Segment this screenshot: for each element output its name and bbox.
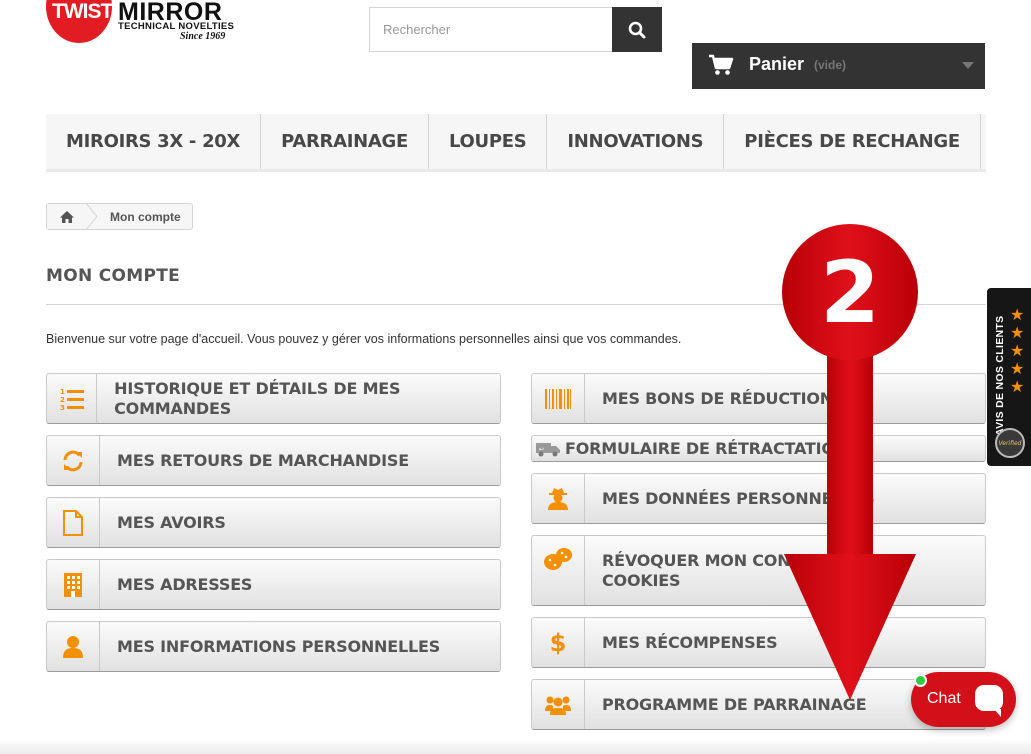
- chat-label: Chat: [927, 690, 961, 707]
- cart-label: Panier: [749, 54, 805, 74]
- menu-item-pieces-de-rechange[interactable]: PIÈCES DE RECHANGE: [724, 114, 981, 169]
- dollar-icon: $: [532, 618, 585, 667]
- account-link-label: MES INFORMATIONS PERSONNELLES: [117, 636, 441, 656]
- welcome-text: Bienvenue sur votre page d'accueil. Vous…: [46, 332, 682, 346]
- logo-brand-a: TWIST: [52, 0, 113, 23]
- cart-dropdown[interactable]: Panier (vide): [692, 43, 985, 89]
- account-link-orders[interactable]: 1 2 3 HISTORIQUE ET DÉTAILS DE MES COMMA…: [46, 373, 501, 424]
- customer-reviews-tab[interactable]: AVIS DE NOS CLIENTS ★ ★ ★ ★ ★ Verified: [987, 288, 1031, 466]
- users-icon: [532, 680, 585, 729]
- verified-badge: Verified: [995, 428, 1025, 458]
- file-icon: [47, 498, 100, 547]
- ordered-list-icon: 1 2 3: [47, 374, 98, 423]
- chat-button[interactable]: Chat: [911, 672, 1016, 727]
- cookie-icon: [532, 536, 585, 605]
- menu-item-parrainage[interactable]: PARRAINAGE: [261, 114, 429, 169]
- menu-item-loupes[interactable]: LOUPES: [429, 114, 548, 169]
- star-icon: ★: [1010, 323, 1025, 342]
- account-link-addresses[interactable]: MES ADRESSES: [46, 559, 501, 610]
- annotation-number: 2: [820, 243, 880, 343]
- rating-stars: ★ ★ ★ ★ ★: [1010, 306, 1026, 396]
- user-icon: [47, 622, 100, 671]
- search-button[interactable]: [612, 7, 662, 52]
- account-link-credit-slips[interactable]: MES AVOIRS: [46, 497, 501, 548]
- search-box: [369, 7, 662, 52]
- cart-icon: [709, 54, 734, 75]
- main-menu: MIROIRS 3X - 20X PARRAINAGE LOUPES INNOV…: [46, 114, 986, 172]
- svg-text:↩: ↩: [539, 446, 544, 453]
- refresh-icon: [47, 436, 100, 485]
- svg-text:1: 1: [60, 388, 65, 396]
- chat-bubble-icon: [975, 685, 1003, 717]
- account-link-label: MES RÉCOMPENSES: [602, 632, 778, 652]
- cart-status: (vide): [814, 58, 847, 72]
- star-icon: ★: [1010, 305, 1025, 324]
- account-link-label: MES AVOIRS: [117, 512, 226, 532]
- account-link-personal-info[interactable]: MES INFORMATIONS PERSONNELLES: [46, 621, 501, 672]
- breadcrumb-current: Mon compte: [110, 209, 181, 224]
- online-status-dot: [914, 674, 927, 687]
- star-icon: ★: [1010, 377, 1025, 396]
- star-icon: ★: [1010, 359, 1025, 378]
- breadcrumb: Mon compte: [46, 203, 193, 230]
- account-link-label: MES ADRESSES: [117, 574, 253, 594]
- chevron-down-icon: [962, 62, 974, 69]
- star-icon: ★: [1010, 341, 1025, 360]
- page-fade: [0, 738, 1031, 754]
- search-input[interactable]: [370, 8, 613, 51]
- barcode-icon: [532, 374, 585, 423]
- building-icon: [47, 560, 100, 609]
- svg-text:2: 2: [60, 396, 65, 404]
- site-logo[interactable]: TWIST MIRROR TECHNICAL NOVELTIES Since 1…: [46, 0, 246, 45]
- home-icon: [59, 210, 74, 223]
- annotation-arrow: 2: [782, 224, 918, 700]
- account-link-label: MES RETOURS DE MARCHANDISE: [117, 450, 409, 470]
- label-line-2: COOKIES: [602, 570, 681, 590]
- menu-item-miroirs[interactable]: MIROIRS 3X - 20X: [46, 114, 262, 169]
- breadcrumb-home[interactable]: [47, 203, 98, 230]
- account-link-label: HISTORIQUE ET DÉTAILS DE MES COMMANDES: [114, 378, 401, 418]
- menu-item-innovations[interactable]: INNOVATIONS: [547, 114, 725, 169]
- account-link-returns[interactable]: MES RETOURS DE MARCHANDISE: [46, 435, 501, 486]
- search-icon: [628, 21, 646, 38]
- logo-since: Since 1969: [180, 31, 226, 42]
- page-title: MON COMPTE: [46, 266, 181, 286]
- svg-text:3: 3: [60, 404, 65, 412]
- truck-icon: ↩: [532, 436, 561, 461]
- breadcrumb-separator: [86, 203, 98, 230]
- user-secret-icon: [532, 474, 585, 523]
